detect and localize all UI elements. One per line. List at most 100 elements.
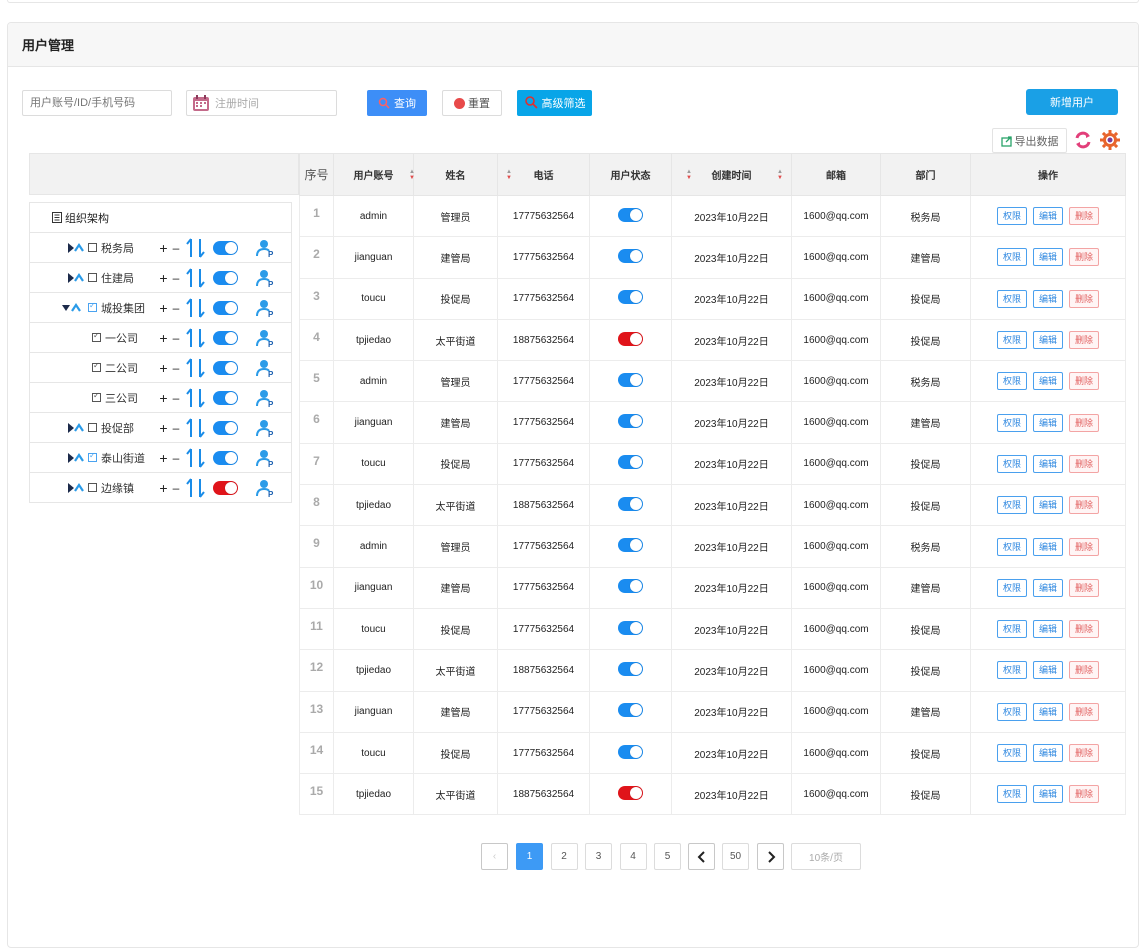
delete-button[interactable]: 删除: [1069, 289, 1100, 308]
status-toggle[interactable]: [618, 620, 643, 635]
move-node-icon[interactable]: [185, 417, 207, 438]
delete-button[interactable]: 删除: [1069, 331, 1100, 350]
permission-button[interactable]: 权限: [996, 207, 1027, 226]
tree-item[interactable]: 投促部 + – P: [30, 412, 291, 442]
move-node-icon[interactable]: [185, 327, 207, 348]
user-permission-icon[interactable]: P: [256, 478, 276, 498]
remove-node-icon[interactable]: –: [169, 271, 183, 285]
status-toggle[interactable]: [618, 207, 643, 222]
permission-button[interactable]: 权限: [996, 248, 1027, 267]
tree-item[interactable]: 住建局 + – P: [30, 262, 291, 292]
delete-button[interactable]: 删除: [1069, 413, 1100, 432]
page-size-select[interactable]: 10条/页: [791, 843, 861, 870]
permission-button[interactable]: 权限: [996, 289, 1027, 308]
permission-button[interactable]: 权限: [996, 496, 1027, 515]
move-node-icon[interactable]: [185, 357, 207, 378]
permission-button[interactable]: 权限: [996, 578, 1027, 597]
tree-item[interactable]: 一公司 +– P: [30, 322, 291, 352]
remove-node-icon[interactable]: –: [169, 421, 183, 435]
col-phone[interactable]: ▲ ▼ 电话: [497, 153, 590, 196]
status-toggle[interactable]: [618, 372, 643, 387]
edit-button[interactable]: 编辑: [1032, 248, 1063, 267]
edit-button[interactable]: 编辑: [1032, 578, 1063, 597]
query-button[interactable]: 查询: [367, 90, 427, 116]
tree-item[interactable]: 边缘镇 + – P: [30, 472, 291, 502]
permission-button[interactable]: 权限: [996, 620, 1027, 639]
permission-button[interactable]: 权限: [996, 702, 1027, 721]
status-toggle[interactable]: [618, 496, 643, 511]
delete-button[interactable]: 删除: [1069, 620, 1100, 639]
user-permission-icon[interactable]: P: [256, 448, 276, 468]
next-arrow-icon[interactable]: [757, 843, 784, 870]
tree-checkbox[interactable]: [88, 451, 97, 462]
tree-checkbox[interactable]: [88, 423, 97, 432]
edit-button[interactable]: 编辑: [1032, 620, 1063, 639]
delete-button[interactable]: 删除: [1069, 785, 1100, 804]
expand-arrow-icon[interactable]: [68, 422, 84, 433]
delete-button[interactable]: 删除: [1069, 496, 1100, 515]
delete-button[interactable]: 删除: [1069, 537, 1100, 556]
tree-node-toggle[interactable]: [213, 270, 238, 285]
remove-node-icon[interactable]: –: [169, 301, 183, 315]
tree-checkbox[interactable]: [92, 331, 101, 342]
remove-node-icon[interactable]: –: [169, 481, 183, 495]
permission-button[interactable]: 权限: [996, 785, 1027, 804]
add-node-icon[interactable]: +: [158, 420, 169, 436]
edit-button[interactable]: 编辑: [1032, 413, 1063, 432]
last-page-button[interactable]: 50: [722, 843, 749, 870]
move-node-icon[interactable]: [185, 387, 207, 408]
remove-node-icon[interactable]: –: [169, 451, 183, 465]
user-permission-icon[interactable]: P: [256, 358, 276, 378]
user-permission-icon[interactable]: P: [256, 418, 276, 438]
add-node-icon[interactable]: +: [158, 300, 169, 316]
edit-button[interactable]: 编辑: [1032, 331, 1063, 350]
delete-button[interactable]: 删除: [1069, 372, 1100, 391]
settings-gear-icon[interactable]: [1099, 129, 1121, 151]
expand-arrow-icon[interactable]: [68, 452, 84, 463]
move-node-icon[interactable]: [185, 297, 207, 318]
col-account[interactable]: 用户账号 ▲ ▼: [333, 153, 415, 196]
add-node-icon[interactable]: +: [158, 390, 169, 406]
col-created[interactable]: ▲ ▼ 创建时间 ▲ ▼: [671, 153, 792, 196]
user-permission-icon[interactable]: P: [256, 328, 276, 348]
status-toggle[interactable]: [618, 414, 643, 429]
edit-button[interactable]: 编辑: [1032, 289, 1063, 308]
delete-button[interactable]: 删除: [1069, 578, 1100, 597]
tree-node-toggle[interactable]: [213, 420, 238, 435]
remove-node-icon[interactable]: –: [169, 391, 183, 405]
add-node-icon[interactable]: +: [158, 330, 169, 346]
permission-button[interactable]: 权限: [996, 454, 1027, 473]
export-button[interactable]: 导出数据: [992, 128, 1067, 153]
sort-icon[interactable]: ▲ ▼: [777, 169, 783, 181]
account-search-input[interactable]: [22, 90, 172, 116]
expand-arrow-icon[interactable]: [68, 482, 84, 493]
page-button[interactable]: 1: [516, 843, 543, 870]
page-button[interactable]: 2: [550, 843, 578, 870]
tree-checkbox[interactable]: [92, 361, 101, 372]
expand-arrow-icon[interactable]: [68, 272, 84, 283]
status-toggle[interactable]: [618, 538, 643, 553]
edit-button[interactable]: 编辑: [1032, 744, 1063, 762]
delete-button[interactable]: 删除: [1069, 248, 1100, 267]
user-permission-icon[interactable]: P: [256, 268, 276, 288]
advanced-filter-button[interactable]: 高级筛选: [517, 90, 592, 116]
tree-node-toggle[interactable]: [213, 240, 238, 255]
add-node-icon[interactable]: +: [158, 450, 169, 466]
delete-button[interactable]: 删除: [1069, 454, 1100, 473]
move-node-icon[interactable]: [185, 267, 207, 288]
collapse-arrow-icon[interactable]: [62, 302, 84, 313]
remove-node-icon[interactable]: –: [169, 241, 183, 255]
permission-button[interactable]: 权限: [996, 372, 1027, 391]
status-toggle[interactable]: [618, 744, 643, 759]
add-user-button[interactable]: 新增用户: [1026, 89, 1118, 115]
user-permission-icon[interactable]: P: [256, 238, 276, 258]
tree-checkbox[interactable]: [92, 391, 101, 402]
move-node-icon[interactable]: [185, 447, 207, 468]
delete-button[interactable]: 删除: [1069, 744, 1100, 762]
tree-node-toggle[interactable]: [213, 360, 238, 375]
add-node-icon[interactable]: +: [158, 360, 169, 376]
delete-button[interactable]: 删除: [1069, 702, 1100, 721]
sort-icon[interactable]: ▲ ▼: [506, 169, 512, 181]
move-node-icon[interactable]: [185, 237, 207, 258]
tree-node-toggle[interactable]: [213, 480, 238, 495]
